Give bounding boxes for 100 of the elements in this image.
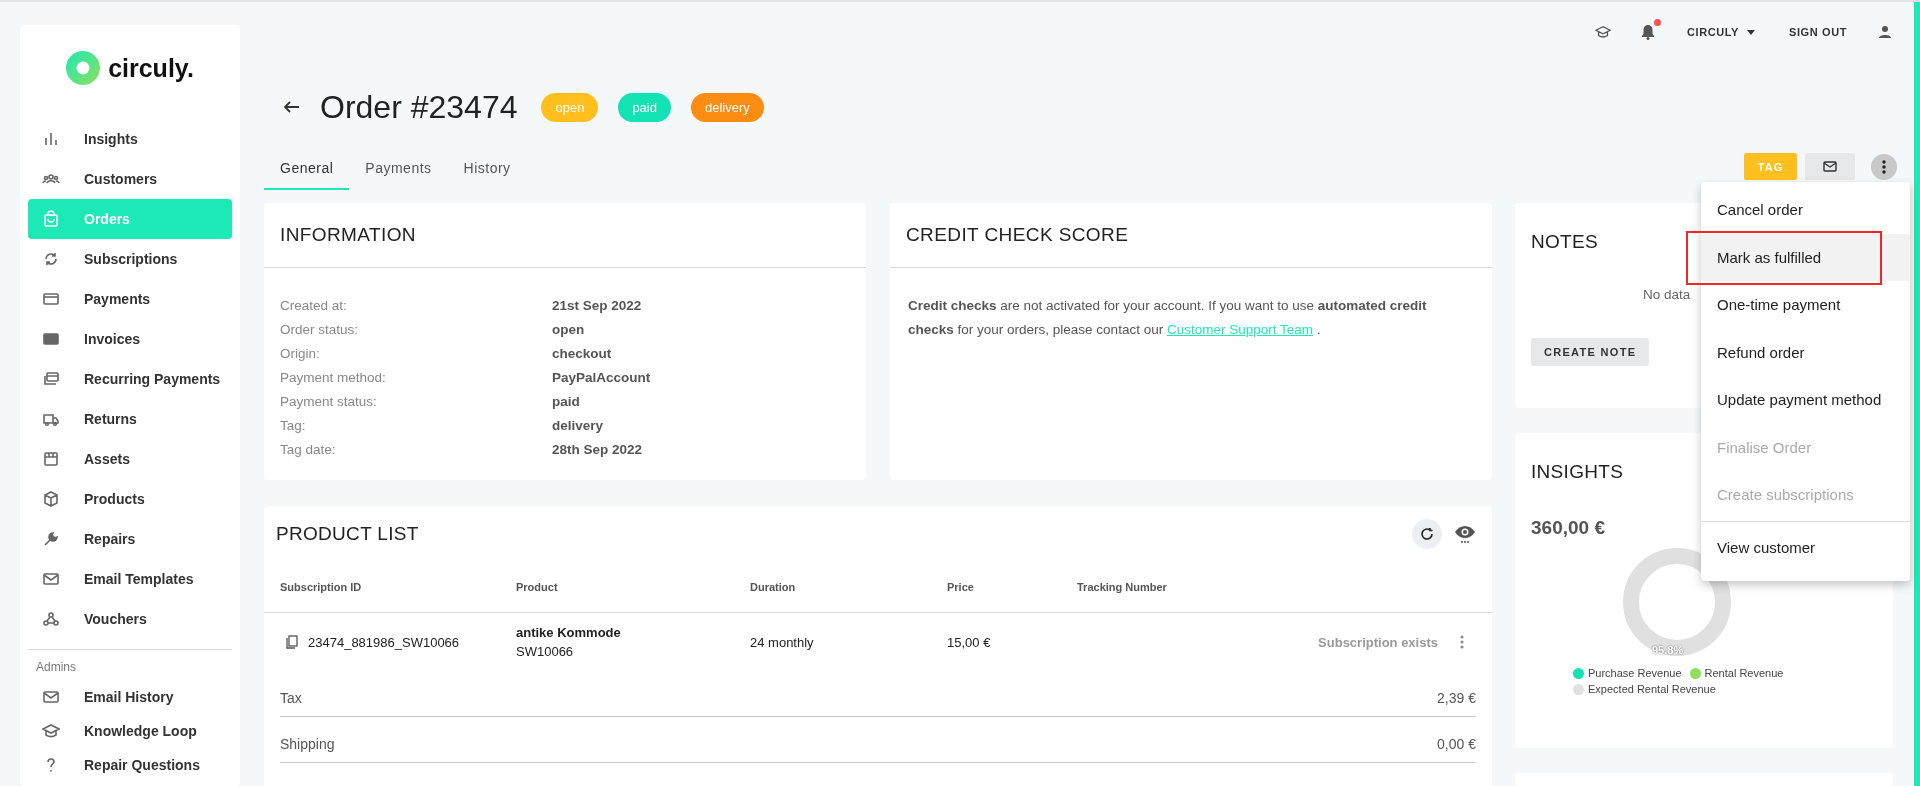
tab[interactable]: History — [447, 150, 527, 190]
sign-out-button[interactable]: SIGN OUT — [1787, 26, 1849, 38]
more-vertical-icon[interactable] — [1460, 635, 1464, 649]
total-label: Shipping — [280, 735, 335, 752]
sync-icon — [42, 250, 60, 268]
revenue-amount: 360,00 € — [1531, 517, 1605, 539]
menu-item[interactable]: Update payment method — [1701, 376, 1910, 424]
sidebar-item[interactable]: Vouchers — [28, 599, 232, 639]
copy-icon[interactable] — [286, 635, 298, 649]
invoice-icon — [42, 330, 60, 348]
sidebar-item[interactable]: Recurring Payments — [28, 359, 232, 399]
total-value: 2,39 € — [1437, 689, 1476, 706]
refresh-button[interactable] — [1412, 519, 1442, 549]
card-title: NOTES — [1531, 231, 1598, 253]
field-label: Order status: — [280, 321, 360, 339]
more-button[interactable] — [1871, 153, 1897, 180]
field-label: Origin: — [280, 345, 321, 363]
column-header: Subscription ID — [280, 581, 363, 593]
table-cell-text: 24 monthly — [750, 634, 815, 650]
legend-label: Rental Revenue — [1704, 667, 1784, 679]
column-header: Duration — [750, 581, 797, 593]
data-label: 95.8% — [1652, 644, 1684, 656]
mail-icon — [1823, 161, 1837, 172]
menu-item[interactable]: Mark as fulfilled — [1701, 233, 1910, 281]
cards-icon — [42, 370, 60, 388]
card-title: CREDIT CHECK SCORE — [890, 203, 1492, 268]
graduation-cap-icon[interactable] — [1594, 25, 1611, 39]
sidebar-item[interactable]: Knowledge Loop — [28, 714, 232, 748]
field-value: open — [552, 321, 586, 339]
sidebar-item[interactable]: Email History — [28, 680, 232, 714]
create-note-button[interactable]: CREATE NOTE — [1531, 338, 1650, 366]
back-arrow-icon[interactable] — [284, 101, 300, 113]
card-title: INFORMATION — [264, 203, 866, 268]
field-value: PayPalAccount — [552, 369, 652, 387]
tab[interactable]: Payments — [349, 150, 448, 190]
empty-message: No data — [1643, 287, 1691, 302]
menu-item[interactable]: Cancel order — [1701, 186, 1910, 234]
chart-icon — [42, 130, 60, 148]
sidebar-item[interactable]: Returns — [28, 399, 232, 439]
menu-item[interactable]: View customer — [1701, 523, 1910, 571]
field-value: delivery — [552, 417, 605, 435]
sidebar-item[interactable]: Insights — [28, 119, 232, 159]
card-title: INSIGHTS — [1531, 461, 1624, 483]
status-badge: paid — [618, 92, 671, 122]
status-badge: open — [541, 92, 599, 122]
nodes-icon — [42, 610, 60, 628]
eye-icon[interactable] — [1454, 524, 1476, 544]
tab[interactable]: General — [264, 150, 350, 190]
field-value: paid — [552, 393, 581, 411]
bell-icon[interactable] — [1640, 24, 1655, 40]
user-icon[interactable] — [1879, 26, 1891, 38]
legend-label: Purchase Revenue — [1588, 667, 1682, 679]
menu-item[interactable]: Refund order — [1701, 328, 1910, 376]
refresh-icon — [1420, 527, 1434, 541]
sidebar-item[interactable]: Invoices — [28, 319, 232, 359]
sidebar-item[interactable]: Email Templates — [28, 559, 232, 599]
column-header: Product — [516, 581, 559, 593]
card-title: PRODUCT LIST — [276, 523, 420, 545]
mail-icon — [42, 688, 60, 706]
box-icon — [42, 490, 60, 508]
cap-icon — [42, 722, 60, 740]
sidebar-item[interactable]: Products — [28, 479, 232, 519]
sidebar-item[interactable]: Payments — [28, 279, 232, 319]
email-button[interactable] — [1805, 153, 1855, 180]
subscription-status: Subscription exists — [1318, 634, 1438, 650]
sidebar-item[interactable]: Repair Questions — [28, 748, 232, 782]
field-label: Payment method: — [280, 369, 387, 387]
product-sku: SW10066 — [516, 644, 575, 659]
mail-icon — [42, 570, 60, 588]
sidebar-item[interactable]: Assets — [28, 439, 232, 479]
sidebar-item[interactable]: Customers — [28, 159, 232, 199]
logo-text: circuly. — [108, 53, 194, 83]
sidebar-item[interactable]: Subscriptions — [28, 239, 232, 279]
column-header: Price — [947, 581, 975, 593]
more-vertical-icon — [1882, 159, 1886, 174]
account-menu[interactable]: CIRCULY — [1684, 26, 1758, 38]
field-label: Payment status: — [280, 393, 378, 411]
field-label: Tag date: — [280, 441, 337, 459]
status-badge: delivery — [690, 92, 764, 122]
menu-item[interactable]: One-time payment — [1701, 281, 1910, 329]
column-header: Tracking Number — [1077, 581, 1168, 593]
order-title: Order #23474 — [320, 88, 518, 126]
field-value: checkout — [552, 345, 613, 363]
field-label: Tag: — [280, 417, 307, 435]
table-cell: 23474_881986_SW10066 — [308, 634, 460, 650]
caret-icon — [1747, 29, 1756, 35]
legend-label: Expected Rental Revenue — [1588, 683, 1716, 695]
bag-icon — [42, 210, 60, 228]
store-icon — [42, 450, 60, 468]
total-label: Tax — [280, 689, 302, 706]
section-label: Admins — [35, 659, 77, 676]
field-value: 21st Sep 2022 — [552, 297, 643, 315]
field-label: Created at: — [280, 297, 348, 315]
card-icon — [42, 290, 60, 308]
sidebar-item[interactable]: Repairs — [28, 519, 232, 559]
credit-check-notice: Credit checks are not activated for your account. If you want to use automated credit checks for your orders, please contact our Customer Support Team . — [907, 297, 1428, 339]
total-value: 0,00 € — [1437, 735, 1476, 752]
field-value: 28th Sep 2022 — [552, 441, 644, 459]
wrench-icon — [42, 530, 60, 548]
product-name: antike Kommode — [516, 625, 622, 640]
